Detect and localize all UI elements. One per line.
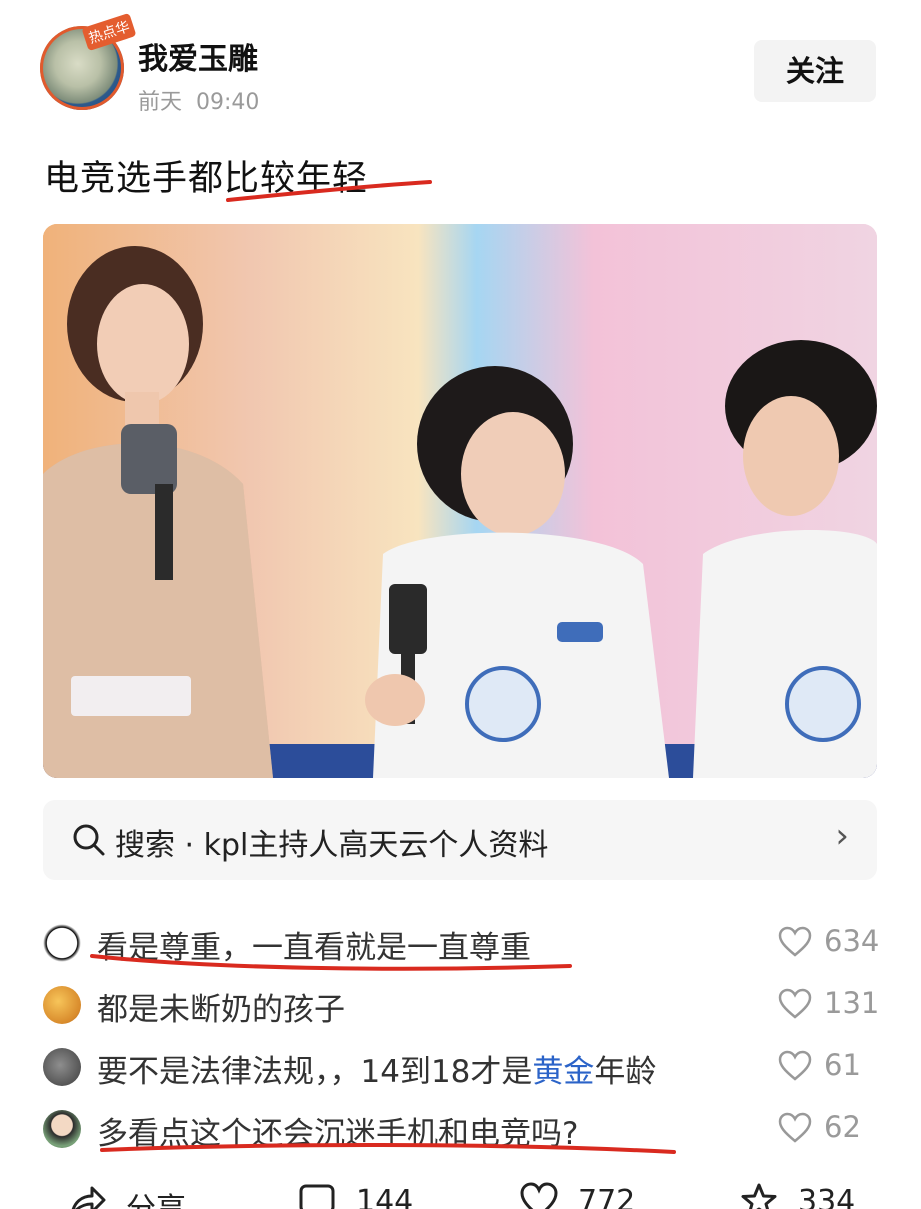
comment-like[interactable]: 62 [778,1108,898,1148]
comment-text: 都是未断奶的孩子 [97,992,345,1028]
red-underline-annotation [100,1143,676,1154]
comment-like[interactable]: 131 [778,984,898,1024]
share-label: 分享 [126,1184,186,1209]
post-time-clock: 09:40 [196,90,260,115]
post-time-day: 前天 [138,90,183,115]
user-avatar[interactable] [43,1048,81,1086]
comment-like[interactable]: 61 [778,1046,898,1086]
post-header: 热点华 我爱玉雕 前天 09:40 关注 [0,0,921,120]
related-search-bar[interactable]: 搜索 · kpl主持人高天云个人资料 › [43,800,877,880]
like-count: 62 [824,1110,861,1144]
search-icon [73,824,105,856]
favorite-button[interactable]: 334 [740,1174,890,1209]
share-button[interactable]: 分享 [68,1174,228,1209]
red-underline-annotation [226,180,432,202]
heart-icon [778,1050,812,1081]
comment-item[interactable]: 都是未断奶的孩子 131 [0,976,921,1034]
comment-like[interactable]: 634 [778,922,898,962]
heart-icon [520,1182,558,1209]
user-avatar[interactable] [43,986,81,1024]
comment-button[interactable]: 144 [298,1174,448,1209]
comment-text-after: 年龄 [594,1054,657,1090]
comment-item[interactable]: 要不是法律法规，，14到18才是黄金年龄 61 [0,1038,921,1096]
share-icon [71,1186,106,1209]
search-query-text: 搜索 · kpl主持人高天云个人资料 [115,828,549,863]
photo-illustration [43,224,877,778]
comment-text-before: 要不是法律法规，，14到18才是 [97,1054,533,1090]
comment-text: 要不是法律法规，，14到18才是黄金年龄 [97,1046,656,1091]
heart-icon [778,1112,812,1143]
post-time: 前天 09:40 [138,84,273,116]
red-underline-annotation [90,954,572,971]
favorite-count: 334 [798,1184,856,1209]
post-photo[interactable] [43,224,877,778]
heart-icon [778,988,812,1019]
star-icon [741,1183,777,1209]
like-button[interactable]: 772 [520,1174,670,1209]
comment-count: 144 [356,1184,414,1209]
like-count: 772 [578,1184,636,1209]
post-action-bar: 分享 144 772 334 [0,1168,921,1209]
like-count: 634 [824,924,880,958]
like-count: 131 [824,986,880,1020]
search-keyword-link[interactable]: 黄金 [532,1054,594,1090]
comment-icon [299,1184,335,1209]
heart-icon [778,926,812,957]
chevron-right-icon: › [835,816,849,856]
author-name[interactable]: 我爱玉雕 [138,34,258,78]
follow-button[interactable]: 关注 [754,40,876,102]
user-avatar[interactable] [43,1110,81,1148]
like-count: 61 [824,1048,861,1082]
panda-avatar-icon[interactable] [43,924,81,962]
